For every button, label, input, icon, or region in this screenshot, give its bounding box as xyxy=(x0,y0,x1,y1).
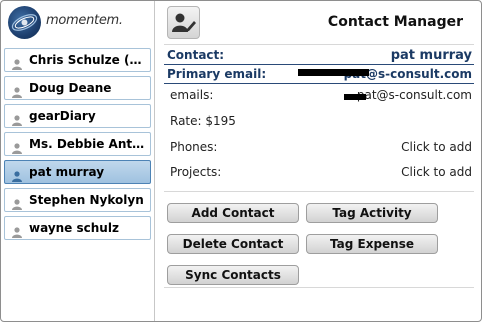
contact-item-chris-schulze[interactable]: Chris Schulze (C... xyxy=(4,48,151,72)
contact-name: Chris Schulze (C... xyxy=(29,53,149,67)
delete-contact-button[interactable]: Delete Contact xyxy=(167,234,299,254)
logo-globe-icon xyxy=(8,6,41,39)
contact-underline xyxy=(164,64,474,65)
contact-label: Contact: xyxy=(167,48,225,62)
contact-name: wayne schulz xyxy=(29,221,119,235)
tag-expense-button[interactable]: Tag Expense xyxy=(306,234,438,254)
emails-value: pat@s-consult.com xyxy=(356,88,472,102)
column-divider xyxy=(154,1,155,321)
contact-item-debbie[interactable]: Ms. Debbie Anth... xyxy=(4,132,151,156)
projects-add-link[interactable]: Click to add xyxy=(401,165,472,179)
brand-logo: momentem. xyxy=(8,6,145,39)
contact-item-stephen-nykolyn[interactable]: Stephen Nykolyn xyxy=(4,188,151,212)
contact-item-wayne-schulz[interactable]: wayne schulz xyxy=(4,216,151,240)
contact-name: Doug Deane xyxy=(29,81,112,95)
phones-row[interactable]: Phones: Click to add xyxy=(167,140,472,156)
logo-text: momentem. xyxy=(46,13,123,28)
contact-item-pat-murray[interactable]: pat murray xyxy=(4,160,151,184)
sync-contacts-button[interactable]: Sync Contacts xyxy=(167,265,299,285)
person-icon xyxy=(11,55,23,70)
contact-list: Chris Schulze (C... Doug Deane gearDiary… xyxy=(4,48,151,244)
primary-email-underline xyxy=(164,83,474,84)
person-icon xyxy=(11,167,23,182)
contact-row: Contact: pat murray xyxy=(167,48,472,64)
contact-value: pat murray xyxy=(390,48,472,63)
phones-add-link[interactable]: Click to add xyxy=(401,140,472,154)
contact-name: Ms. Debbie Anth... xyxy=(29,137,149,151)
fields-divider xyxy=(164,191,474,192)
header-divider xyxy=(164,44,474,45)
contact-item-geardiary[interactable]: gearDiary xyxy=(4,104,151,128)
rate-label: Rate: $195 xyxy=(170,114,236,128)
contact-item-doug-deane[interactable]: Doug Deane xyxy=(4,76,151,100)
person-icon xyxy=(11,83,23,98)
person-pencil-icon xyxy=(172,13,196,32)
add-contact-button[interactable]: Add Contact xyxy=(167,203,299,223)
contact-name: gearDiary xyxy=(29,109,96,123)
person-icon xyxy=(11,139,23,154)
primary-email-label: Primary email: xyxy=(167,67,267,81)
edit-contact-button[interactable] xyxy=(167,6,200,39)
emails-label: emails: xyxy=(170,88,214,102)
page-title: Contact Manager xyxy=(327,14,463,30)
redaction-bar xyxy=(298,69,369,76)
person-icon xyxy=(11,111,23,126)
tag-activity-button[interactable]: Tag Activity xyxy=(306,203,438,223)
projects-row[interactable]: Projects: Click to add xyxy=(167,165,472,181)
app-window: momentem. Chris Schulze (C... Doug Deane… xyxy=(0,0,482,322)
person-icon xyxy=(11,195,23,210)
rate-row[interactable]: Rate: $195 xyxy=(167,114,472,130)
emails-row[interactable]: emails: pat@s-consult.com xyxy=(167,88,472,104)
person-icon xyxy=(11,223,23,238)
phones-label: Phones: xyxy=(170,140,218,154)
contact-name: Stephen Nykolyn xyxy=(29,193,144,207)
footer-divider xyxy=(164,287,474,288)
projects-label: Projects: xyxy=(170,165,222,179)
contact-name: pat murray xyxy=(29,165,105,179)
redaction-bar xyxy=(344,94,366,100)
